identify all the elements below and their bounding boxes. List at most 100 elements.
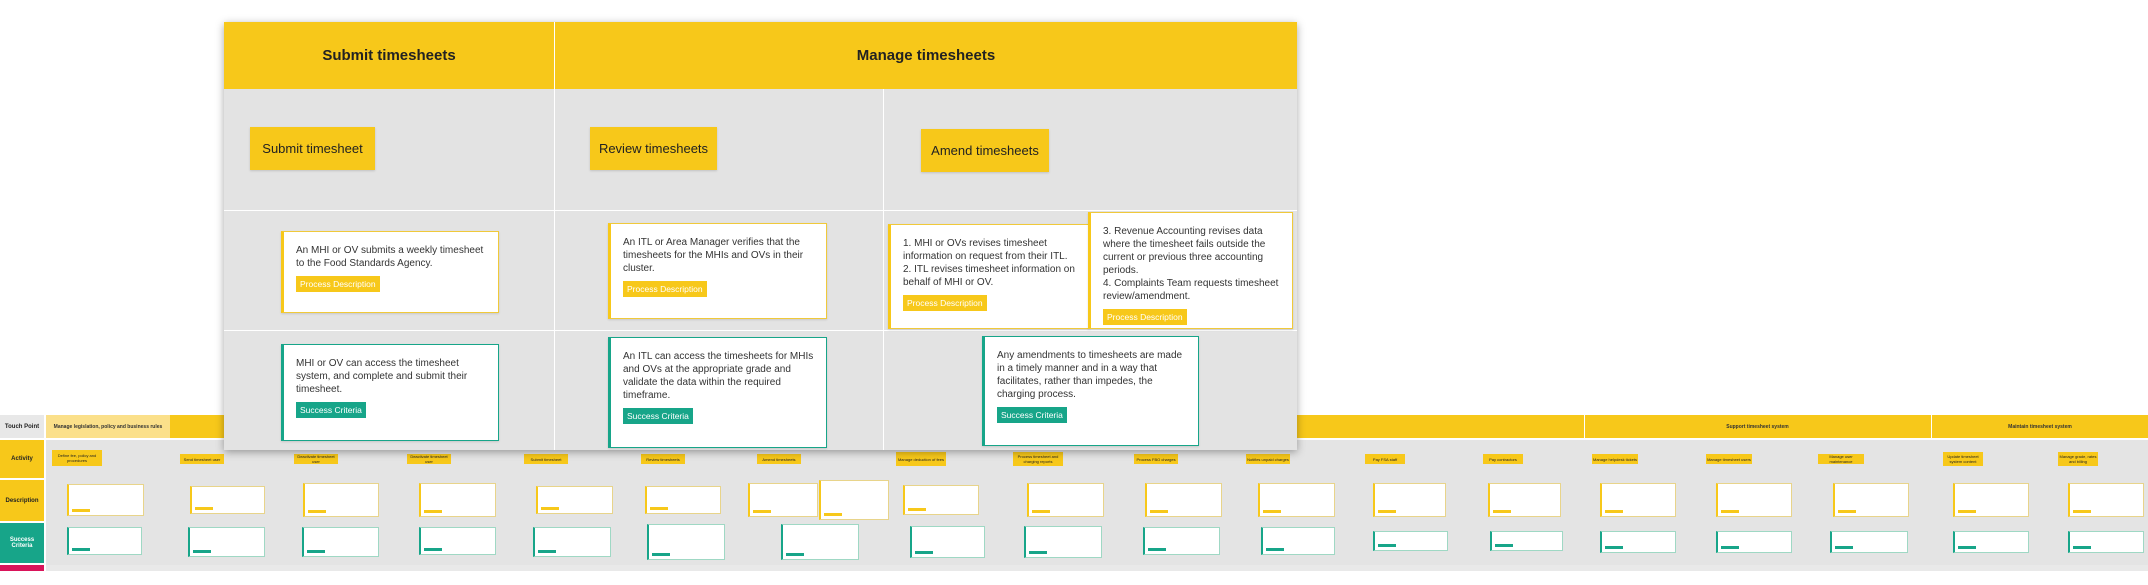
success-card-amend[interactable]: Any amendments to timesheets are made in…	[982, 336, 1199, 446]
card-button-bar	[1493, 510, 1511, 513]
board-description-card	[303, 483, 379, 517]
board-header-first: Manage legislation, policy and business …	[46, 415, 170, 438]
activity-submit-timesheet[interactable]: Submit timesheet	[250, 127, 375, 170]
success-card-review[interactable]: An ITL can access the timesheets for MHI…	[608, 337, 827, 448]
description-card-amend-2[interactable]: 3. Revenue Accounting revises data where…	[1088, 212, 1293, 329]
board-activity-tag: Define fee, policy and procedures	[52, 450, 102, 466]
board-activity-tag: Send timesheet user	[180, 454, 224, 464]
board-header-divider	[1584, 415, 1585, 438]
board-description-card	[1027, 483, 1104, 517]
board-activity-tag: Pay FSA staff	[1365, 454, 1405, 464]
header-divider	[554, 22, 555, 89]
card-button-bar	[2073, 546, 2091, 549]
success-text: MHI or OV can access the timesheet syste…	[296, 358, 468, 395]
board-success-card	[647, 524, 725, 560]
description-text: An MHI or OV submits a weekly timesheet …	[296, 245, 484, 269]
card-button-bar	[424, 548, 442, 551]
card-button-bar	[1495, 544, 1513, 547]
card-button-bar	[1958, 510, 1976, 513]
board-success-card	[781, 524, 859, 560]
board-activity-tag: Process FBO charges	[1134, 454, 1178, 464]
board-description-card	[1373, 483, 1446, 517]
board-success-card	[1490, 531, 1563, 551]
board-description-card	[645, 486, 721, 514]
board-header-support: Support timesheet system	[1726, 423, 1789, 430]
success-card-submit[interactable]: MHI or OV can access the timesheet syste…	[281, 344, 499, 441]
card-button-bar	[786, 553, 804, 556]
description-card-submit[interactable]: An MHI or OV submits a weekly timesheet …	[281, 231, 499, 313]
card-button-bar	[541, 507, 559, 510]
card-button-bar	[1958, 546, 1976, 549]
board-activity-tag: Pay contractors	[1483, 454, 1523, 464]
card-button-bar	[1721, 510, 1739, 513]
board-bottom-row	[46, 565, 2148, 571]
success-criteria-button[interactable]: Success Criteria	[997, 407, 1067, 423]
board-activity-tag: Deactivate timesheet user	[407, 454, 451, 464]
row-divider	[224, 210, 1297, 211]
board-description-card	[1833, 483, 1909, 517]
board-activity-tag: Deactivate timesheet user	[294, 454, 338, 464]
board-success-card	[1261, 527, 1335, 555]
description-card-amend-1[interactable]: 1. MHI or OVs revises timesheet informat…	[888, 224, 1090, 329]
description-card-review[interactable]: An ITL or Area Manager verifies that the…	[608, 223, 827, 319]
board-header-maintain: Maintain timesheet system	[2008, 423, 2072, 430]
success-criteria-button[interactable]: Success Criteria	[623, 408, 693, 424]
card-button-bar	[1150, 510, 1168, 513]
board-description-card	[419, 483, 496, 517]
card-button-bar	[1378, 544, 1396, 547]
card-button-bar	[72, 548, 90, 551]
description-text: 3. Revenue Accounting revises data where…	[1103, 226, 1279, 302]
process-description-button[interactable]: Process Description	[296, 276, 380, 292]
card-button-bar	[1148, 548, 1166, 551]
card-button-bar	[538, 550, 556, 553]
board-activity-tag: Manage grade, rates and billing	[2058, 452, 2098, 466]
board-success-card	[1373, 531, 1448, 551]
board-success-card	[1716, 531, 1792, 553]
process-description-button[interactable]: Process Description	[903, 295, 987, 311]
card-button-bar	[1838, 510, 1856, 513]
card-button-bar	[424, 510, 442, 513]
board-description-card	[536, 486, 613, 514]
board-success-card	[419, 527, 496, 555]
board-description-card	[190, 486, 265, 514]
board-success-card	[302, 527, 379, 557]
card-button-bar	[1263, 510, 1281, 513]
board-success-card	[1830, 531, 1908, 553]
card-button-bar	[307, 550, 325, 553]
board-description-card	[903, 485, 979, 515]
board-success-card	[2068, 531, 2144, 553]
process-description-button[interactable]: Process Description	[1103, 309, 1187, 325]
card-button-bar	[1266, 548, 1284, 551]
board-activity-tag: Manage helpdesk tickets	[1592, 454, 1638, 464]
activity-amend-timesheets[interactable]: Amend timesheets	[921, 129, 1049, 172]
board-success-card	[1024, 526, 1102, 558]
card-button-bar	[824, 513, 842, 516]
row-label-description: Description	[0, 480, 44, 521]
success-criteria-button[interactable]: Success Criteria	[296, 402, 366, 418]
card-button-bar	[1032, 510, 1050, 513]
board-activity-tag: Submit timesheet	[524, 454, 568, 464]
board-activity-tag: Notifies unpaid charges	[1246, 454, 1290, 464]
zoom-overlay-panel: Submit timesheets Manage timesheets Subm…	[224, 22, 1297, 450]
card-button-bar	[195, 507, 213, 510]
card-button-bar	[72, 509, 90, 512]
board-activity-tag: Manage user maintenance	[1818, 454, 1864, 464]
card-button-bar	[753, 510, 771, 513]
card-button-bar	[650, 507, 668, 510]
stage-header-manage-timesheets: Manage timesheets	[555, 22, 1297, 89]
board-description-card	[1258, 483, 1335, 517]
board-success-card	[910, 526, 985, 558]
column-divider	[554, 89, 555, 450]
board-success-card	[533, 527, 611, 557]
board-header-divider	[1931, 415, 1932, 438]
card-button-bar	[652, 553, 670, 556]
description-text: An ITL or Area Manager verifies that the…	[623, 237, 804, 274]
board-description-card	[819, 480, 889, 520]
board-description-card	[1953, 483, 2029, 517]
activity-review-timesheets[interactable]: Review timesheets	[590, 127, 717, 170]
card-button-bar	[908, 508, 926, 511]
process-description-button[interactable]: Process Description	[623, 281, 707, 297]
row-label-activity: Activity	[0, 440, 44, 478]
row-label-touch-point: Touch Point	[0, 415, 44, 438]
card-button-bar	[1721, 546, 1739, 549]
